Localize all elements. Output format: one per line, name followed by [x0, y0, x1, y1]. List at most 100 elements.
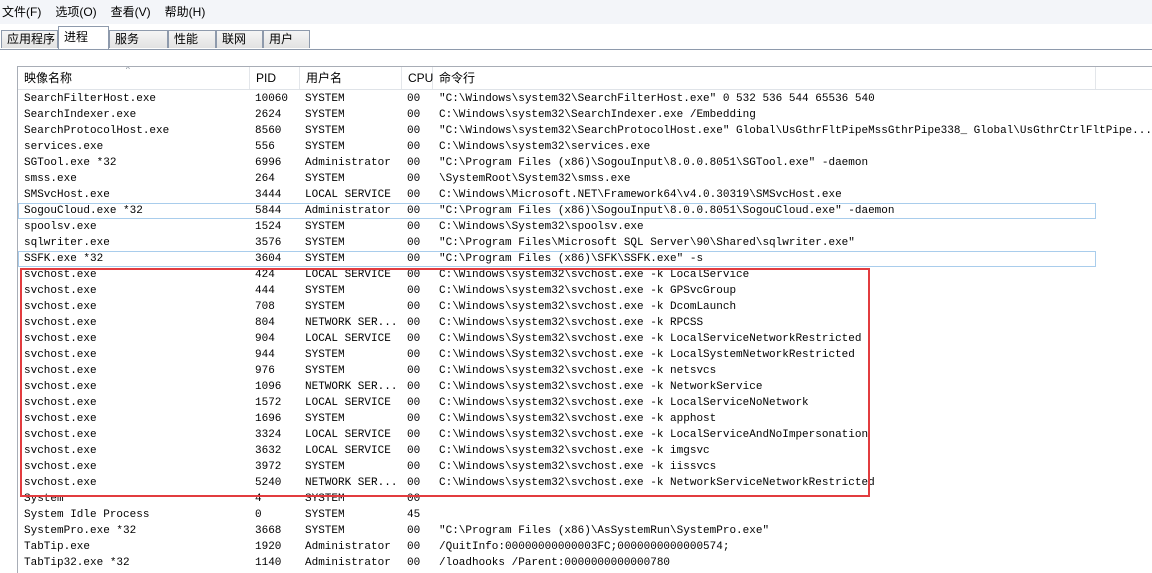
- process-cpu: 00: [407, 189, 421, 201]
- process-user: LOCAL SERVICE: [305, 189, 391, 201]
- process-name: SogouCloud.exe *32: [24, 205, 143, 217]
- table-row[interactable]: SGTool.exe *32 6996 Administrator 00 "C:\Pro…: [18, 155, 1152, 171]
- table-row[interactable]: svchost.exe 976 SYSTEM 00 C:\Windows\system3…: [18, 363, 1152, 379]
- table-row[interactable]: svchost.exe 424 LOCAL SERVICE 00 C:\Windows\…: [18, 267, 1152, 283]
- table-row[interactable]: svchost.exe 1696 SYSTEM 00 C:\Windows\system…: [18, 411, 1152, 427]
- table-row[interactable]: smss.exe 264 SYSTEM 00 \SystemRoot\System32\…: [18, 171, 1152, 187]
- process-pid: 3632: [255, 445, 282, 457]
- column-command-line[interactable]: 命令行: [433, 67, 1096, 89]
- process-cpu: 00: [407, 285, 421, 297]
- table-row[interactable]: SearchProtocolHost.exe 8560 SYSTEM 00 "C:\Wi…: [18, 123, 1152, 139]
- process-command-line: C:\Windows\system32\services.exe: [439, 141, 651, 153]
- process-user: NETWORK SER...: [305, 317, 398, 329]
- tab-performance[interactable]: 性能: [168, 30, 216, 48]
- process-cpu: 00: [407, 125, 421, 137]
- table-row[interactable]: svchost.exe 3324 LOCAL SERVICE 00 C:\Windows…: [18, 427, 1152, 443]
- table-row[interactable]: svchost.exe 444 SYSTEM 00 C:\Windows\system3…: [18, 283, 1152, 299]
- column-pid[interactable]: PID: [250, 67, 300, 89]
- table-row[interactable]: sqlwriter.exe 3576 SYSTEM 00 "C:\Program Fil…: [18, 235, 1152, 251]
- process-user: SYSTEM: [305, 173, 345, 185]
- column-user-name[interactable]: 用户名: [300, 67, 402, 89]
- table-row[interactable]: System 4 SYSTEM 00: [18, 491, 1152, 507]
- process-user: SYSTEM: [305, 525, 345, 537]
- process-list[interactable]: 映像名称 ^ PID 用户名 CPU 命令行 SearchFilterHost.…: [17, 66, 1152, 573]
- table-row[interactable]: svchost.exe 3972 SYSTEM 00 C:\Windows\system…: [18, 459, 1152, 475]
- table-row[interactable]: svchost.exe 3632 LOCAL SERVICE 00 C:\Windows…: [18, 443, 1152, 459]
- process-pid: 3972: [255, 461, 282, 473]
- process-pid: 1920: [255, 541, 282, 553]
- process-name: svchost.exe: [24, 317, 97, 329]
- process-command-line: "C:\Windows\system32\SearchProtocolHost.…: [439, 125, 1151, 137]
- process-cpu: 00: [407, 541, 421, 553]
- table-row[interactable]: svchost.exe 944 SYSTEM 00 C:\Windows\System3…: [18, 347, 1152, 363]
- process-pid: 444: [255, 285, 275, 297]
- table-row[interactable]: SMSvcHost.exe 3444 LOCAL SERVICE 00 C:\Windo…: [18, 187, 1152, 203]
- sort-up-icon: ^: [126, 66, 130, 74]
- process-cpu: 00: [407, 317, 421, 329]
- process-pid: 3324: [255, 429, 282, 441]
- table-row[interactable]: svchost.exe 1572 LOCAL SERVICE 00 C:\Windows…: [18, 395, 1152, 411]
- menu-view[interactable]: 查看(V): [104, 0, 158, 24]
- process-command-line: "C:\Program Files (x86)\SogouInput\8.0.0…: [439, 157, 869, 169]
- tab-users[interactable]: 用户: [263, 30, 310, 48]
- process-name: SystemPro.exe *32: [24, 525, 137, 537]
- table-row[interactable]: svchost.exe 5240 NETWORK SER... 00 C:\Window…: [18, 475, 1152, 491]
- menu-options[interactable]: 选项(O): [48, 0, 103, 24]
- processes-panel: 映像名称 ^ PID 用户名 CPU 命令行 SearchFilterHost.…: [0, 50, 1152, 573]
- process-name: svchost.exe: [24, 269, 97, 281]
- table-row[interactable]: SystemPro.exe *32 3668 SYSTEM 00 "C:\Program…: [18, 523, 1152, 539]
- table-row[interactable]: TabTip32.exe *32 1140 Administrator 00/load…: [18, 555, 1152, 571]
- process-cpu: 00: [407, 413, 421, 425]
- tab-networking[interactable]: 联网: [216, 30, 263, 48]
- table-row[interactable]: SearchIndexer.exe 2624 SYSTEM 00 C:\Windows\…: [18, 107, 1152, 123]
- process-name: System Idle Process: [24, 509, 150, 521]
- process-command-line: C:\Windows\system32\svchost.exe -k Local…: [439, 429, 869, 441]
- process-user: SYSTEM: [305, 125, 345, 137]
- process-name: System: [24, 493, 64, 505]
- column-image-name[interactable]: 映像名称 ^: [18, 67, 250, 89]
- process-pid: 1696: [255, 413, 282, 425]
- table-row[interactable]: services.exe 556 SYSTEM 00 C:\Windows\system…: [18, 139, 1152, 155]
- menu-file[interactable]: 文件(F): [0, 0, 48, 24]
- process-pid: 3576: [255, 237, 282, 249]
- process-rows: SearchFilterHost.exe 10060 SYSTEM 00 "C:\Win…: [18, 91, 1152, 571]
- table-row[interactable]: svchost.exe 904 LOCAL SERVICE 00 C:\Windows\…: [18, 331, 1152, 347]
- table-row[interactable]: SSFK.exe *32 3604 SYSTEM 00 "C:\Program File…: [18, 251, 1096, 267]
- table-row[interactable]: spoolsv.exe 1524 SYSTEM 00 C:\Windows\System…: [18, 219, 1152, 235]
- process-command-line: C:\Windows\system32\svchost.exe -k RPCSS: [439, 317, 704, 329]
- process-user: SYSTEM: [305, 141, 345, 153]
- table-row[interactable]: SearchFilterHost.exe 10060 SYSTEM 00 "C:\Win…: [18, 91, 1152, 107]
- process-command-line: C:\Windows\System32\svchost.exe -k Local…: [439, 349, 855, 361]
- process-user: SYSTEM: [305, 285, 345, 297]
- table-row[interactable]: System Idle Process 0 SYSTEM 45: [18, 507, 1152, 523]
- tab-applications[interactable]: 应用程序: [1, 30, 58, 48]
- process-name: svchost.exe: [24, 429, 97, 441]
- column-image-name-label: 映像名称: [24, 71, 73, 85]
- process-command-line: C:\Windows\Microsoft.NET\Framework64\v4.…: [439, 189, 842, 201]
- process-pid: 2624: [255, 109, 282, 121]
- table-row[interactable]: TabTip.exe 1920 Administrator 00/QuitInfo:0…: [18, 539, 1152, 555]
- process-cpu: 00: [407, 349, 421, 361]
- process-name: spoolsv.exe: [24, 221, 97, 233]
- process-user: SYSTEM: [305, 413, 345, 425]
- menu-help[interactable]: 帮助(H): [158, 0, 213, 24]
- table-row[interactable]: svchost.exe 1096 NETWORK SER... 00 C:\Window…: [18, 379, 1152, 395]
- tab-processes[interactable]: 进程: [58, 26, 109, 49]
- process-user: SYSTEM: [305, 109, 345, 121]
- column-header: 映像名称 ^ PID 用户名 CPU 命令行: [18, 67, 1152, 90]
- process-user: SYSTEM: [305, 93, 345, 105]
- process-cpu: 00: [407, 461, 421, 473]
- process-cpu: 00: [407, 493, 421, 505]
- process-name: TabTip.exe: [24, 541, 91, 553]
- process-command-line: /loadhooks /Parent:0000000000000780: [439, 557, 671, 569]
- column-cpu[interactable]: CPU: [402, 67, 433, 89]
- process-user: LOCAL SERVICE: [305, 397, 391, 409]
- process-user: SYSTEM: [305, 301, 345, 313]
- process-command-line: C:\Windows\System32\svchost.exe -k Local…: [439, 333, 862, 345]
- tab-services[interactable]: 服务: [109, 30, 168, 48]
- process-command-line: "C:\Windows\system32\SearchFilterHost.ex…: [439, 93, 875, 105]
- table-row[interactable]: svchost.exe 804 NETWORK SER... 00 C:\Windows…: [18, 315, 1152, 331]
- table-row[interactable]: SogouCloud.exe *32 5844 Administrator 00 "C:…: [18, 203, 1096, 219]
- table-row[interactable]: svchost.exe 708 SYSTEM 00 C:\Windows\system3…: [18, 299, 1152, 315]
- process-cpu: 00: [407, 365, 421, 377]
